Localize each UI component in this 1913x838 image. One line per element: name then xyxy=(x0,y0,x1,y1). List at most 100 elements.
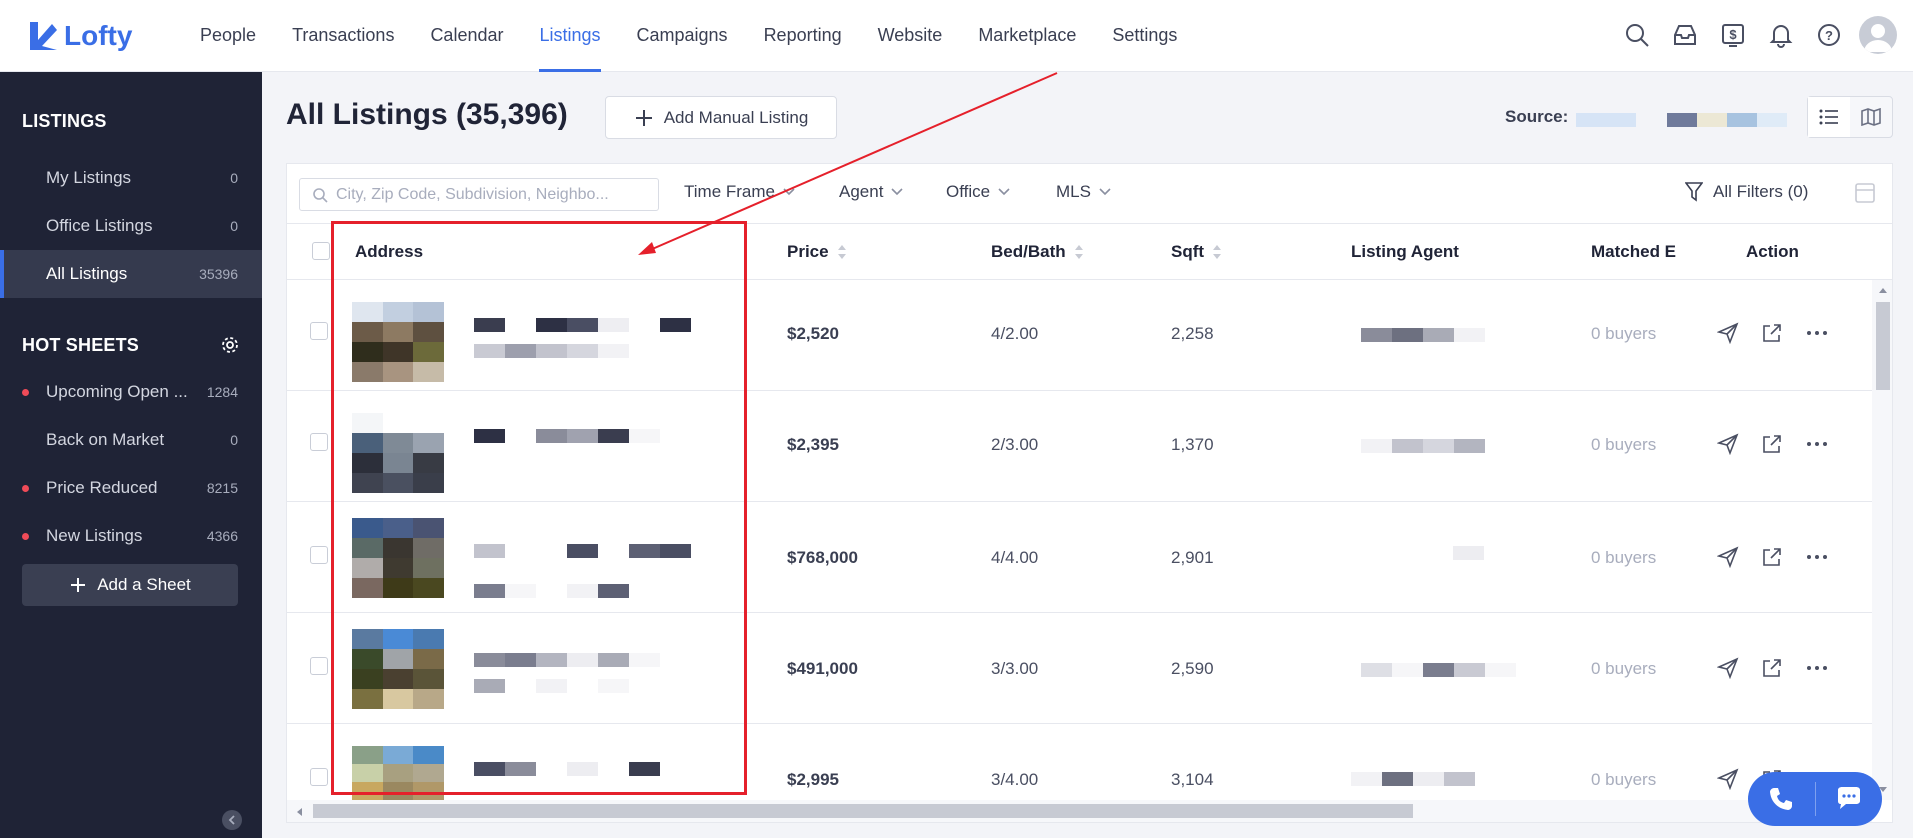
svg-text:$: $ xyxy=(1729,27,1737,42)
column-action: Action xyxy=(1746,242,1799,261)
listing-price: $491,000 xyxy=(787,659,858,678)
listing-price: $2,995 xyxy=(787,770,839,789)
time-frame-dropdown[interactable]: Time Frame xyxy=(684,182,795,202)
nav-marketplace[interactable]: Marketplace xyxy=(960,0,1094,72)
collapse-sidebar-button[interactable] xyxy=(222,810,242,830)
gear-icon[interactable] xyxy=(220,335,240,355)
nav-website[interactable]: Website xyxy=(860,0,961,72)
nav-settings[interactable]: Settings xyxy=(1094,0,1195,72)
listing-sqft: 3,104 xyxy=(1171,770,1214,789)
listing-bedbath: 4/2.00 xyxy=(991,324,1039,343)
mls-dropdown[interactable]: MLS xyxy=(1056,182,1111,202)
sidebar-item-all-listings[interactable]: All Listings 35396 xyxy=(0,250,262,298)
top-icons: $ ? xyxy=(1619,16,1897,54)
share-icon[interactable] xyxy=(1761,657,1783,679)
send-icon[interactable] xyxy=(1717,657,1739,679)
horizontal-scrollbar[interactable] xyxy=(287,800,1872,822)
avatar[interactable] xyxy=(1859,16,1897,54)
scroll-left-icon[interactable] xyxy=(295,807,303,817)
sidebar: LISTINGS My Listings 0 Office Listings 0… xyxy=(0,72,262,838)
matched-buyers[interactable]: 0 buyers xyxy=(1591,659,1656,679)
chat-icon[interactable] xyxy=(1816,772,1883,826)
nav-campaigns[interactable]: Campaigns xyxy=(619,0,746,72)
column-price-label: Price xyxy=(787,242,829,261)
search-input[interactable] xyxy=(336,185,646,204)
sidebar-item-back-on-market[interactable]: Back on Market 0 xyxy=(0,416,262,464)
more-icon[interactable] xyxy=(1805,433,1829,455)
nav-people[interactable]: People xyxy=(182,0,274,72)
column-bedbath[interactable]: Bed/Bath xyxy=(991,242,1084,262)
column-price[interactable]: Price xyxy=(787,242,847,262)
save-icon[interactable] xyxy=(1854,182,1876,209)
nav-transactions[interactable]: Transactions xyxy=(274,0,412,72)
row-checkbox[interactable] xyxy=(310,433,328,451)
bell-icon[interactable] xyxy=(1763,17,1799,53)
matched-buyers[interactable]: 0 buyers xyxy=(1591,435,1656,455)
listing-bedbath: 3/3.00 xyxy=(991,659,1039,678)
more-icon[interactable] xyxy=(1805,322,1829,344)
filter-bar: Time Frame Agent Office MLS All Filters … xyxy=(287,164,1892,224)
office-dropdown[interactable]: Office xyxy=(946,182,1010,202)
select-all-checkbox[interactable] xyxy=(312,242,330,260)
inbox-icon[interactable] xyxy=(1667,17,1703,53)
matched-buyers[interactable]: 0 buyers xyxy=(1591,324,1656,344)
phone-icon[interactable] xyxy=(1748,772,1815,826)
row-actions xyxy=(1717,322,1829,344)
sidebar-item-count: 35396 xyxy=(199,266,238,282)
support-widget xyxy=(1748,772,1882,826)
column-bedbath-label: Bed/Bath xyxy=(991,242,1066,261)
row-checkbox[interactable] xyxy=(310,768,328,786)
share-icon[interactable] xyxy=(1761,546,1783,568)
dollar-icon[interactable]: $ xyxy=(1715,17,1751,53)
row-checkbox[interactable] xyxy=(310,657,328,675)
scrollbar-thumb[interactable] xyxy=(313,804,1413,818)
matched-buyers[interactable]: 0 buyers xyxy=(1591,548,1656,568)
scroll-up-icon[interactable] xyxy=(1878,286,1888,294)
sidebar-item-office-listings[interactable]: Office Listings 0 xyxy=(0,202,262,250)
send-icon[interactable] xyxy=(1717,546,1739,568)
sidebar-item-count: 0 xyxy=(230,218,238,234)
search-icon[interactable] xyxy=(1619,17,1655,53)
share-icon[interactable] xyxy=(1761,322,1783,344)
nav-listings[interactable]: Listings xyxy=(521,0,618,72)
nav-calendar[interactable]: Calendar xyxy=(412,0,521,72)
sidebar-item-upcoming-open[interactable]: Upcoming Open ... 1284 xyxy=(0,368,262,416)
sidebar-item-new-listings[interactable]: New Listings 4366 xyxy=(0,512,262,560)
send-icon[interactable] xyxy=(1717,322,1739,344)
hot-sheets-section-title: HOT SHEETS xyxy=(22,334,140,355)
row-checkbox[interactable] xyxy=(310,322,328,340)
send-icon[interactable] xyxy=(1717,768,1739,790)
sidebar-item-my-listings[interactable]: My Listings 0 xyxy=(0,154,262,202)
all-filters-label: All Filters (0) xyxy=(1713,182,1809,201)
listing-sqft: 1,370 xyxy=(1171,435,1214,454)
add-manual-listing-button[interactable]: Add Manual Listing xyxy=(605,96,837,139)
row-checkbox[interactable] xyxy=(310,546,328,564)
all-filters-button[interactable]: All Filters (0) xyxy=(1685,182,1808,202)
help-icon[interactable]: ? xyxy=(1811,17,1847,53)
brand-name: Lofty xyxy=(64,19,133,51)
add-sheet-button[interactable]: Add a Sheet xyxy=(22,564,238,606)
lofty-logo[interactable]: Lofty xyxy=(28,20,182,52)
chevron-down-icon xyxy=(998,188,1010,196)
add-sheet-label: Add a Sheet xyxy=(97,575,191,594)
listings-section-title: LISTINGS xyxy=(22,110,107,131)
matched-buyers[interactable]: 0 buyers xyxy=(1591,770,1656,790)
sidebar-item-label: New Listings xyxy=(46,526,143,545)
nav-reporting[interactable]: Reporting xyxy=(746,0,860,72)
scrollbar-thumb[interactable] xyxy=(1876,302,1890,390)
more-icon[interactable] xyxy=(1805,546,1829,568)
view-toggle xyxy=(1807,96,1893,138)
plus-icon xyxy=(71,578,86,592)
more-icon[interactable] xyxy=(1805,657,1829,679)
vertical-scrollbar[interactable] xyxy=(1872,280,1892,800)
row-actions xyxy=(1717,657,1829,679)
map-view-icon[interactable] xyxy=(1850,97,1892,137)
sidebar-item-price-reduced[interactable]: Price Reduced 8215 xyxy=(0,464,262,512)
agent-dropdown[interactable]: Agent xyxy=(839,182,904,202)
send-icon[interactable] xyxy=(1717,433,1739,455)
share-icon[interactable] xyxy=(1761,433,1783,455)
column-sqft[interactable]: Sqft xyxy=(1171,242,1222,262)
list-view-icon[interactable] xyxy=(1808,97,1850,137)
sidebar-item-label: All Listings xyxy=(46,264,128,283)
row-actions xyxy=(1717,433,1829,455)
